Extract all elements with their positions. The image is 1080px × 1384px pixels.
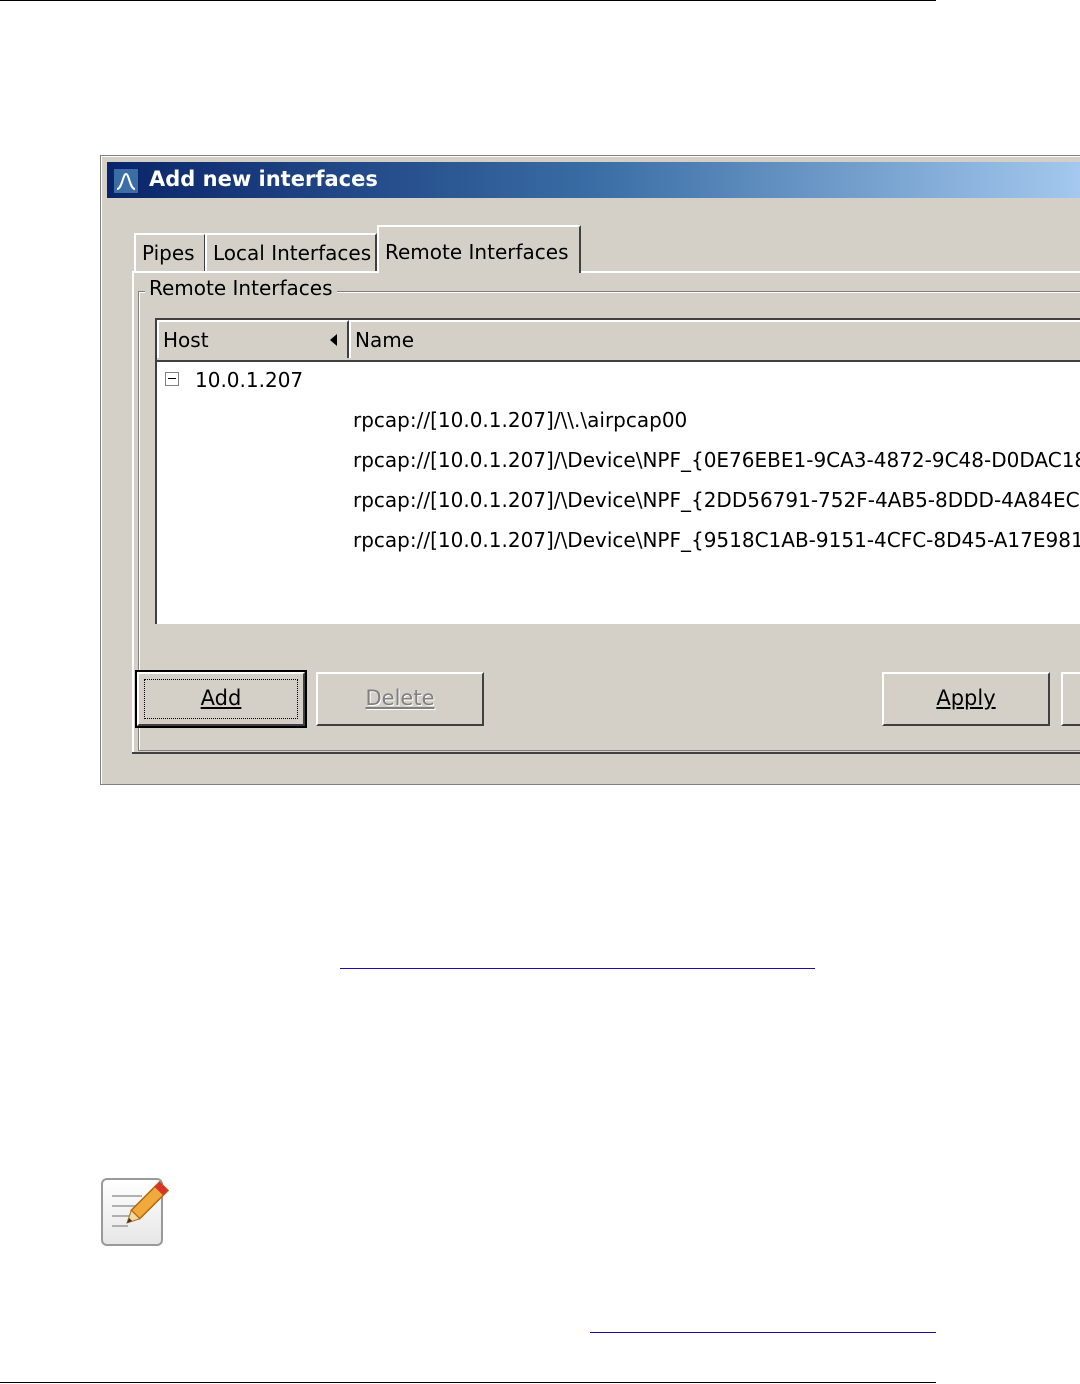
host-address: 10.0.1.207 xyxy=(195,368,304,392)
dialog-separator xyxy=(132,752,1080,754)
document-page: Add new interfaces Pipes Local Interface… xyxy=(0,0,1080,1384)
interface-name: rpcap://[10.0.1.207]/\Device\NPF_{2DD567… xyxy=(353,488,1080,512)
partial-button[interactable] xyxy=(1061,672,1080,726)
interfaces-tree[interactable]: Host Name 10.0.1.207 rpcap://[10.0.1.207… xyxy=(155,318,1080,624)
interface-name: rpcap://[10.0.1.207]/\Device\NPF_{0E76EB… xyxy=(353,448,1080,472)
notepad-pencil-icon xyxy=(100,1176,170,1248)
tree-row-interface[interactable]: rpcap://[10.0.1.207]/\Device\NPF_{9518C1… xyxy=(353,528,1080,552)
column-host-label: Host xyxy=(163,328,209,352)
add-button[interactable]: Add xyxy=(135,670,307,728)
add-interfaces-dialog: Add new interfaces Pipes Local Interface… xyxy=(100,155,1080,785)
dialog-title: Add new interfaces xyxy=(149,167,378,191)
delete-button[interactable]: Delete xyxy=(316,672,484,726)
tree-row-interface[interactable]: rpcap://[10.0.1.207]/\Device\NPF_{0E76EB… xyxy=(353,448,1080,472)
column-name-label: Name xyxy=(355,328,415,352)
tab-pipes[interactable]: Pipes xyxy=(134,233,206,273)
sort-arrow-left-icon xyxy=(330,334,337,346)
tree-row-host[interactable]: 10.0.1.207 xyxy=(195,368,303,392)
interface-name: rpcap://[10.0.1.207]/\\.\airpcap00 xyxy=(353,408,688,432)
tree-row-interface[interactable]: rpcap://[10.0.1.207]/\\.\airpcap00 xyxy=(353,408,687,432)
collapse-minus-icon[interactable] xyxy=(165,372,179,386)
page-top-rule xyxy=(0,0,936,1)
page-bottom-rule xyxy=(0,1382,936,1383)
wireshark-fin-icon xyxy=(113,168,139,194)
tab-local-interfaces[interactable]: Local Interfaces xyxy=(205,233,377,273)
apply-button-label: Apply xyxy=(936,686,996,710)
tree-row-interface[interactable]: rpcap://[10.0.1.207]/\Device\NPF_{2DD567… xyxy=(353,488,1080,512)
tree-header: Host Name xyxy=(157,320,1080,362)
group-title: Remote Interfaces xyxy=(145,276,337,300)
hyperlink-underline[interactable] xyxy=(590,1332,936,1333)
tab-remote-interfaces[interactable]: Remote Interfaces xyxy=(377,225,581,273)
apply-button[interactable]: Apply xyxy=(882,672,1050,726)
column-header-name[interactable]: Name xyxy=(349,320,1080,358)
focus-rect xyxy=(144,679,298,719)
title-bar[interactable]: Add new interfaces xyxy=(107,162,1080,198)
hyperlink-underline[interactable] xyxy=(340,968,815,969)
column-header-host[interactable]: Host xyxy=(157,320,349,358)
interface-name: rpcap://[10.0.1.207]/\Device\NPF_{9518C1… xyxy=(353,528,1080,552)
delete-button-label: Delete xyxy=(365,686,435,710)
